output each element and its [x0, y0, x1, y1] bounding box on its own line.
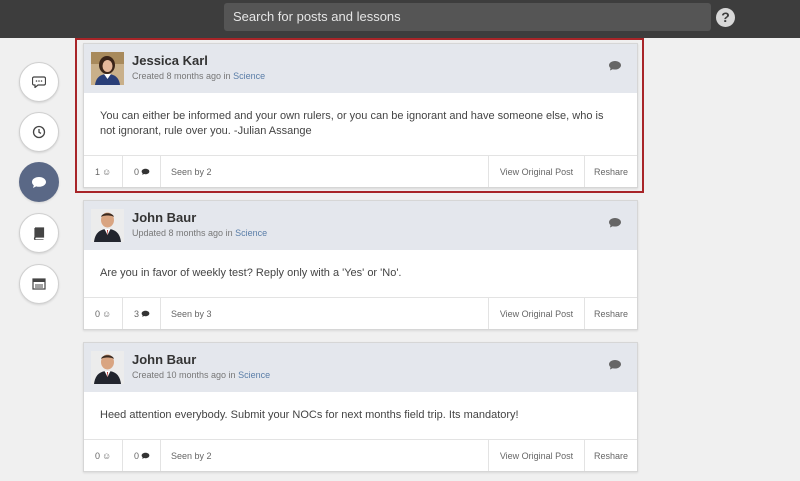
category-link[interactable]: Science: [235, 228, 267, 238]
author-name[interactable]: John Baur: [132, 352, 196, 367]
smiley-icon: ☺: [102, 308, 112, 319]
post-footer: 1 ☺ 0 Seen by 2 View Original Post Resha…: [84, 155, 637, 187]
comments-button[interactable]: 0: [123, 156, 161, 187]
post-header: Jessica Karl Created 8 months ago in Sci…: [84, 44, 637, 93]
post-header: John Baur Created 10 months ago in Scien…: [84, 343, 637, 392]
post-body: Heed attention everybody. Submit your NO…: [84, 392, 637, 439]
sidebar-item-history[interactable]: [19, 112, 59, 152]
view-original-post-button[interactable]: View Original Post: [489, 298, 585, 329]
like-count: 0: [95, 308, 101, 319]
comment-icon[interactable]: [608, 217, 622, 229]
comment-count: 3: [134, 308, 140, 319]
post-meta: Created 10 months ago in Science: [132, 370, 270, 380]
post-meta: Created 8 months ago in Science: [132, 71, 265, 81]
reshare-button[interactable]: Reshare: [585, 156, 637, 187]
comments-button[interactable]: 0: [123, 440, 161, 471]
book-icon: [33, 227, 45, 240]
avatar[interactable]: [91, 52, 124, 85]
comment-icon: [141, 452, 150, 459]
post-status: Updated 8 months ago in: [132, 228, 233, 238]
like-button[interactable]: 0 ☺: [84, 440, 123, 471]
like-button[interactable]: 1 ☺: [84, 156, 123, 187]
post-header: John Baur Updated 8 months ago in Scienc…: [84, 201, 637, 250]
post-text: You can either be informed and your own …: [100, 110, 604, 137]
post-status: Created 10 months ago in: [132, 370, 236, 380]
post-meta: Updated 8 months ago in Science: [132, 228, 267, 238]
help-icon[interactable]: ?: [716, 8, 735, 27]
post-footer: 0 ☺ 0 Seen by 2 View Original Post Resha…: [84, 439, 637, 471]
reshare-button[interactable]: Reshare: [585, 440, 637, 471]
avatar[interactable]: [91, 209, 124, 242]
sidebar-item-posts[interactable]: [19, 162, 59, 202]
chat-bubble-icon: [32, 176, 46, 188]
sidebar-item-chat[interactable]: [19, 62, 59, 102]
calendar-icon: [32, 278, 46, 290]
author-name[interactable]: John Baur: [132, 210, 196, 225]
comments-button[interactable]: 3: [123, 298, 161, 329]
view-original-post-button[interactable]: View Original Post: [489, 156, 585, 187]
comment-icon[interactable]: [608, 60, 622, 72]
sidebar-item-lessons[interactable]: [19, 213, 59, 253]
smiley-icon: ☺: [102, 166, 112, 177]
seen-by[interactable]: Seen by 3: [161, 298, 489, 329]
category-link[interactable]: Science: [238, 370, 270, 380]
sidebar-item-calendar[interactable]: [19, 264, 59, 304]
post-body: Are you in favor of weekly test? Reply o…: [84, 250, 637, 297]
post-footer: 0 ☺ 3 Seen by 3 View Original Post Resha…: [84, 297, 637, 329]
top-bar: Search for posts and lessons ?: [0, 0, 800, 38]
like-button[interactable]: 0 ☺: [84, 298, 123, 329]
smiley-icon: ☺: [102, 450, 112, 461]
view-original-post-button[interactable]: View Original Post: [489, 440, 585, 471]
avatar[interactable]: [91, 351, 124, 384]
reshare-button[interactable]: Reshare: [585, 298, 637, 329]
post-card: John Baur Updated 8 months ago in Scienc…: [83, 200, 638, 330]
post-text: Are you in favor of weekly test? Reply o…: [100, 267, 402, 279]
seen-by[interactable]: Seen by 2: [161, 156, 489, 187]
search-input[interactable]: Search for posts and lessons: [224, 3, 711, 31]
like-count: 0: [95, 450, 101, 461]
post-status: Created 8 months ago in: [132, 71, 231, 81]
post-text: Heed attention everybody. Submit your NO…: [100, 409, 519, 421]
comment-icon: [141, 168, 150, 175]
post-card: Jessica Karl Created 8 months ago in Sci…: [83, 43, 638, 188]
author-name[interactable]: Jessica Karl: [132, 53, 208, 68]
comment-count: 0: [134, 166, 140, 177]
post-card: John Baur Created 10 months ago in Scien…: [83, 342, 638, 472]
chat-bubble-icon: [32, 76, 46, 88]
comment-icon: [141, 310, 150, 317]
post-body: You can either be informed and your own …: [84, 93, 637, 155]
seen-by[interactable]: Seen by 2: [161, 440, 489, 471]
like-count: 1: [95, 166, 101, 177]
category-link[interactable]: Science: [233, 71, 265, 81]
clock-icon: [32, 125, 46, 139]
comment-count: 0: [134, 450, 140, 461]
comment-icon[interactable]: [608, 359, 622, 371]
